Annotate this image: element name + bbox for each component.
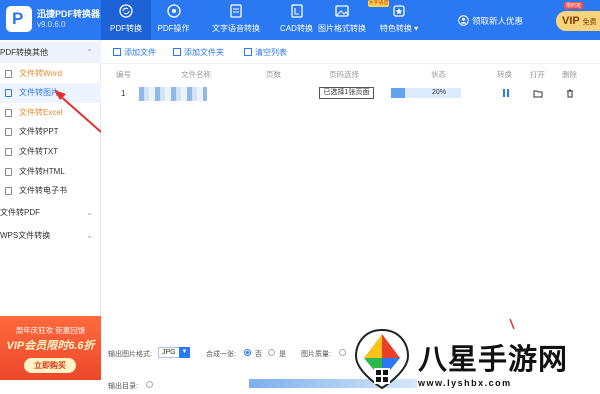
tab-label: 特色转换 ▾ xyxy=(379,24,419,33)
col-open: 打开 xyxy=(530,70,545,79)
row-number: 1 xyxy=(121,89,126,98)
buy-now-button[interactable]: 立即购买 xyxy=(24,358,76,373)
format-label: 输出图片格式: xyxy=(108,351,152,358)
tab-label: CAD转换 xyxy=(280,24,313,33)
banner-bottom-strip xyxy=(0,380,101,394)
output-dir-radio[interactable] xyxy=(146,381,153,388)
sidebar-item-ebook[interactable]: 文件转电子书 xyxy=(0,181,101,201)
watermark-url: www.lyshbx.com xyxy=(418,378,512,388)
clear-list-button[interactable]: 清空列表 xyxy=(244,47,287,58)
chevron-down-icon: ⌄ xyxy=(86,208,93,217)
new-user-offer-link[interactable]: 领取新人优惠 xyxy=(472,15,523,27)
col-no: 编号 xyxy=(116,70,131,79)
tab-text-speech[interactable]: 文字语音转换 xyxy=(200,0,272,40)
chevron-down-icon: ▼ xyxy=(179,347,190,358)
add-folder-icon xyxy=(173,48,181,56)
merge-label: 合成一张: xyxy=(206,351,236,358)
col-status: 状态 xyxy=(431,70,446,79)
text-doc-icon xyxy=(230,4,242,18)
app-version: v9.0.6.0 xyxy=(37,20,66,29)
add-folder-button[interactable]: 添加文件夹 xyxy=(173,47,224,58)
tab-label: PDF操作 xyxy=(157,24,190,33)
tab-label: 图片格式转换 xyxy=(318,24,366,33)
file-icon xyxy=(5,168,12,176)
tab-cad[interactable]: CAD转换 xyxy=(274,0,319,40)
tab-image-format[interactable]: 图片格式转换 xyxy=(314,0,370,40)
table-row[interactable]: 1 已选择1张页面 20% xyxy=(101,84,600,104)
folder-open-icon[interactable] xyxy=(533,88,543,98)
sidebar-section-wps[interactable]: WPS文件转换 ⌄ xyxy=(0,225,101,246)
progress-bar xyxy=(391,88,461,98)
quality-label: 图片质量: xyxy=(301,351,331,358)
vip-tag: 限时抢 xyxy=(564,2,584,9)
file-icon xyxy=(5,187,12,195)
banner-line1: 周年庆狂欢 钜惠回馈 xyxy=(15,326,86,335)
red-arrow-annotation xyxy=(54,90,101,133)
app-name: 迅捷PDF转换器 xyxy=(37,9,101,19)
refresh-icon xyxy=(119,4,133,18)
site-watermark: 八星手游网 www.lyshbx.com xyxy=(352,328,600,394)
quality-radio[interactable] xyxy=(339,349,346,356)
watermark-title: 八星手游网 xyxy=(418,344,569,376)
add-file-button[interactable]: 添加文件 xyxy=(113,47,156,58)
tab-pdf-convert[interactable]: PDF转换 xyxy=(101,0,151,40)
star-icon xyxy=(393,5,405,17)
chevron-down-icon: ⌄ xyxy=(86,231,93,240)
page-select-button[interactable]: 已选择1张页面 xyxy=(319,87,374,99)
progress-text: 20% xyxy=(432,89,447,96)
sale-banner[interactable]: 周年庆狂欢 钜惠回馈 VIP会员限时6.6折 立即购买 xyxy=(0,316,101,394)
sidebar-item-html[interactable]: 文件转HTML xyxy=(0,162,101,182)
cad-icon xyxy=(290,4,303,18)
add-file-icon xyxy=(113,48,121,56)
merge-no-text: 否 xyxy=(255,351,262,358)
user-icon xyxy=(458,15,469,26)
site-logo xyxy=(354,328,410,390)
trash-icon[interactable] xyxy=(565,88,575,98)
banner-line2: VIP会员限时6.6折 xyxy=(6,340,95,352)
col-convert: 转换 xyxy=(497,70,512,79)
col-delete: 删除 xyxy=(562,70,577,79)
tab-pdf-operations[interactable]: PDF操作 xyxy=(151,0,196,40)
tab-label: 文字语音转换 xyxy=(212,24,260,33)
sidebar-item-txt[interactable]: 文件转TXT xyxy=(0,142,101,162)
clear-icon xyxy=(244,48,252,56)
pause-icon[interactable] xyxy=(501,88,511,98)
file-icon xyxy=(5,148,12,156)
file-name-blurred xyxy=(139,87,207,101)
output-dir-label: 输出目录: xyxy=(108,383,138,390)
col-page-select: 页码选择 xyxy=(329,70,359,79)
merge-yes-text: 是 xyxy=(279,351,286,358)
merge-yes-radio[interactable] xyxy=(268,349,275,356)
vip-button[interactable]: VIP 免费 xyxy=(556,11,600,31)
table-header: 编号 文件名称 页数 页码选择 状态 转换 打开 删除 xyxy=(101,66,600,82)
col-filename: 文件名称 xyxy=(181,70,211,79)
progress-fill xyxy=(391,88,405,98)
merge-no-radio[interactable] xyxy=(244,349,251,356)
hot-badge: 大字语音 xyxy=(368,0,389,7)
app-logo: P xyxy=(6,6,32,32)
sidebar-section-file-to-pdf[interactable]: 文件转PDF ⌄ xyxy=(0,202,101,223)
tab-label: PDF转换 xyxy=(110,24,142,33)
file-toolbar: 添加文件 添加文件夹 清空列表 xyxy=(101,40,600,64)
image-icon xyxy=(335,5,349,17)
top-bar: P 迅捷PDF转换器 v9.0.6.0 PDF转换 PDF操作 文字语音转换 C… xyxy=(0,0,600,40)
format-select[interactable]: JPG ▼ xyxy=(158,347,190,358)
col-pages: 页数 xyxy=(266,70,281,79)
compass-icon xyxy=(166,4,181,18)
